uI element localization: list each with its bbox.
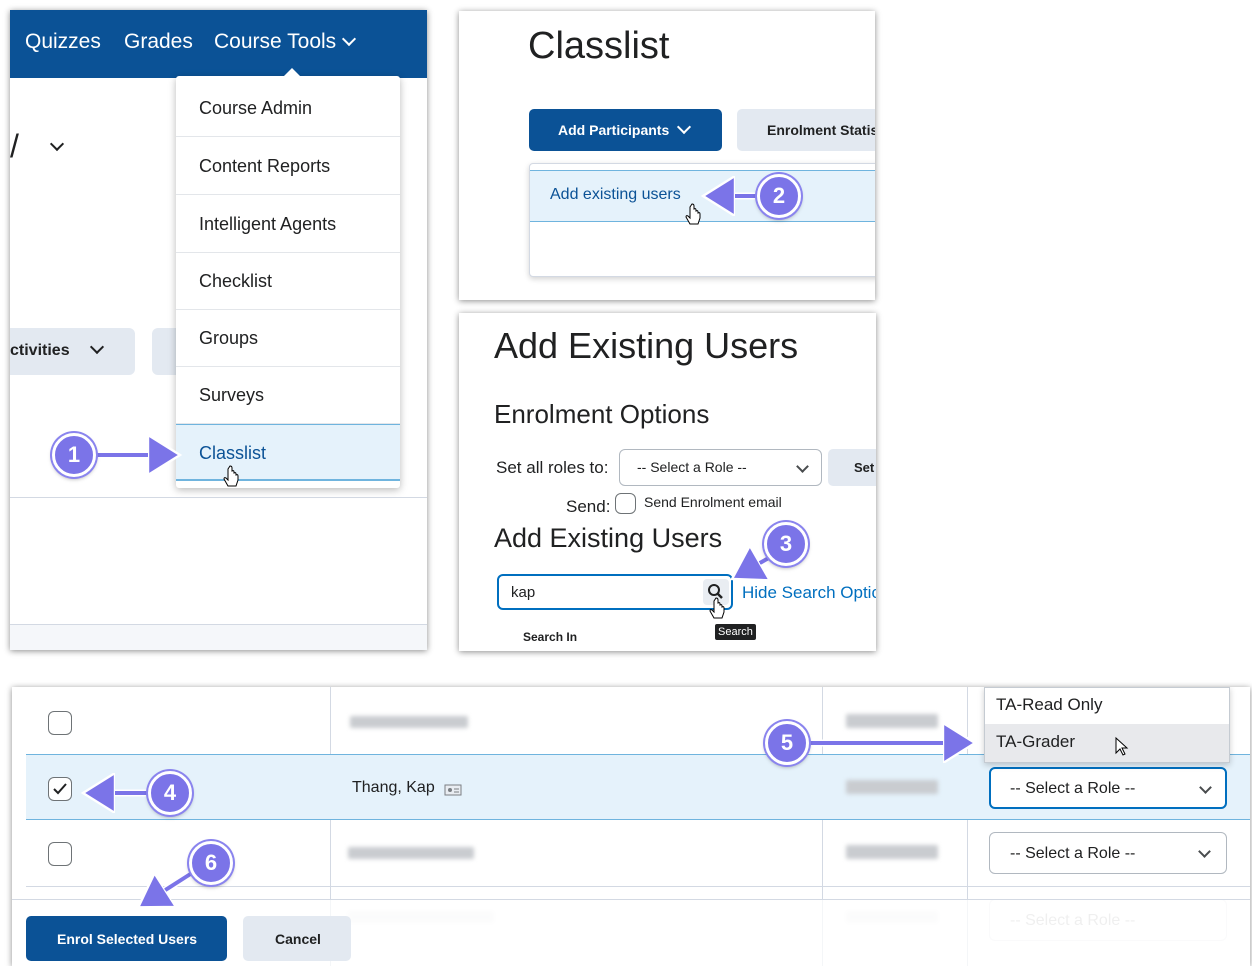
step-badge-5: 5 (765, 721, 809, 765)
annotation-arrow-6 (145, 871, 194, 903)
step-badge-3: 3 (764, 522, 808, 566)
step-badge-6: 6 (189, 841, 233, 885)
step-badge-1: 1 (52, 433, 96, 477)
annotation-arrows (0, 0, 1252, 966)
step-badge-4: 4 (148, 771, 192, 815)
annotation-arrow-3 (739, 556, 773, 575)
step-badge-2: 2 (757, 174, 801, 218)
